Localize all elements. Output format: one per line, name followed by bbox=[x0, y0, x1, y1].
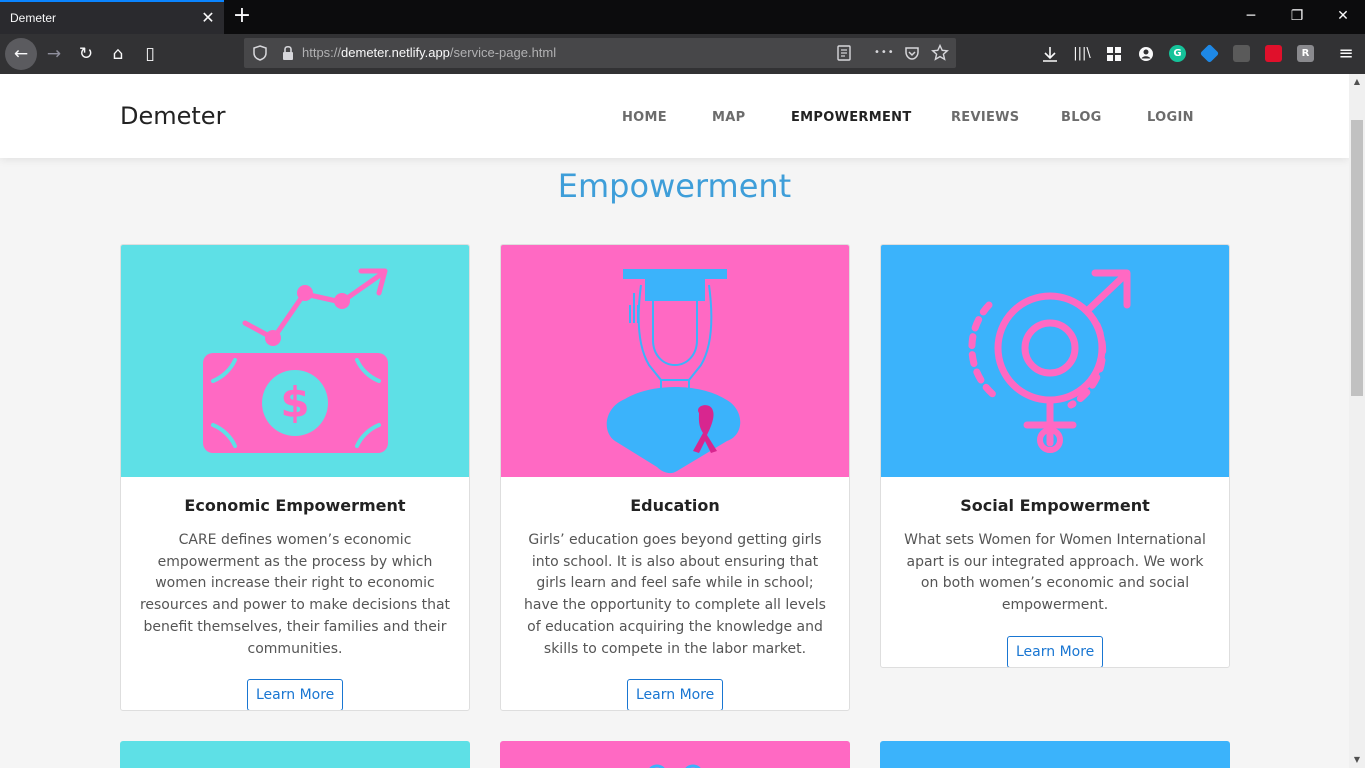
bookmark-star-icon[interactable] bbox=[930, 43, 950, 63]
card-icon-partial bbox=[649, 764, 701, 768]
scroll-down-arrow-icon[interactable]: ▼ bbox=[1349, 752, 1365, 768]
r-extension-icon[interactable]: R bbox=[1297, 45, 1314, 62]
card-next-row-1 bbox=[120, 741, 470, 768]
new-tab-button[interactable]: + bbox=[230, 5, 254, 29]
restore-window-button[interactable]: ❐ bbox=[1274, 0, 1320, 34]
minimize-window-button[interactable]: ─ bbox=[1228, 0, 1274, 34]
browser-toolbar: ← → ↻ ⌂ ▯ https://demeter.netlify.app/se… bbox=[0, 34, 1365, 74]
reload-button[interactable]: ↻ bbox=[70, 38, 102, 70]
url-path: /service-page.html bbox=[449, 45, 557, 60]
url-host: demeter.netlify.app bbox=[341, 45, 450, 60]
sidebar-button[interactable]: ▯ bbox=[134, 38, 166, 70]
close-window-button[interactable]: ✕ bbox=[1320, 0, 1365, 34]
nav-link-blog[interactable]: BLOG bbox=[1061, 110, 1102, 125]
account-icon[interactable] bbox=[1134, 42, 1158, 66]
card-title: Education bbox=[630, 496, 720, 515]
learn-more-button[interactable]: Learn More bbox=[1007, 636, 1104, 667]
card-text: What sets Women for Women International … bbox=[904, 532, 1206, 614]
money-growth-icon: $ bbox=[121, 245, 469, 477]
gender-symbol-icon bbox=[881, 245, 1229, 477]
reader-view-icon[interactable] bbox=[834, 43, 854, 63]
shield-icon[interactable] bbox=[250, 43, 270, 63]
nav-link-login[interactable]: LOGIN bbox=[1147, 110, 1194, 125]
card-title: Economic Empowerment bbox=[184, 496, 406, 515]
card-social-empowerment: Social Empowerment What sets Women for W… bbox=[880, 244, 1230, 668]
site-brand[interactable]: Demeter bbox=[120, 102, 225, 130]
card-economic-empowerment: $ Economic Empowerment CARE defines wome… bbox=[120, 244, 470, 711]
site-header: Demeter HOME MAP EMPOWERMENT REVIEWS BLO… bbox=[0, 74, 1349, 158]
pocket-icon[interactable] bbox=[902, 43, 922, 63]
graduate-woman-icon bbox=[501, 245, 849, 477]
tab-title: Demeter bbox=[10, 11, 57, 25]
card-title: Social Empowerment bbox=[960, 496, 1150, 515]
card-next-row-2 bbox=[500, 741, 850, 768]
tab-close-icon[interactable]: ✕ bbox=[198, 8, 218, 28]
nav-link-reviews[interactable]: REVIEWS bbox=[951, 110, 1019, 125]
library-icon[interactable]: |||\ bbox=[1070, 42, 1094, 66]
extensions-grid-icon[interactable] bbox=[1102, 42, 1126, 66]
scroll-thumb[interactable] bbox=[1351, 120, 1363, 396]
back-button[interactable]: ← bbox=[5, 38, 37, 70]
page-viewport: Demeter HOME MAP EMPOWERMENT REVIEWS BLO… bbox=[0, 74, 1349, 768]
downloads-icon[interactable] bbox=[1038, 42, 1062, 66]
learn-more-button[interactable]: Learn More bbox=[247, 679, 344, 710]
grammarly-extension-icon[interactable]: G bbox=[1169, 45, 1186, 62]
dark-extension-icon[interactable] bbox=[1233, 45, 1250, 62]
learn-more-button[interactable]: Learn More bbox=[627, 679, 724, 710]
nav-link-empowerment[interactable]: EMPOWERMENT bbox=[791, 110, 912, 125]
forward-button[interactable]: → bbox=[38, 38, 70, 70]
card-text: CARE defines women’s economic empowermen… bbox=[139, 532, 451, 657]
url-text[interactable]: https://demeter.netlify.app/service-page… bbox=[302, 45, 556, 60]
nav-link-map[interactable]: MAP bbox=[712, 110, 745, 125]
card-next-row-3 bbox=[880, 741, 1230, 768]
nav-link-home[interactable]: HOME bbox=[622, 110, 667, 125]
url-scheme: https:// bbox=[302, 45, 342, 60]
page-actions-icon[interactable]: ••• bbox=[874, 43, 894, 63]
url-bar[interactable]: https://demeter.netlify.app/service-page… bbox=[244, 38, 956, 68]
svg-text:$: $ bbox=[280, 378, 309, 427]
page-scrollbar[interactable]: ▲ ▼ bbox=[1349, 74, 1365, 768]
lock-extension-icon[interactable] bbox=[1265, 45, 1282, 62]
lock-icon[interactable] bbox=[278, 43, 298, 63]
browser-tab-active[interactable]: Demeter ✕ bbox=[0, 0, 224, 34]
cube-extension-icon[interactable] bbox=[1199, 43, 1220, 64]
card-education: Education Girls’ education goes beyond g… bbox=[500, 244, 850, 711]
hamburger-menu-icon[interactable]: ≡ bbox=[1334, 42, 1358, 66]
card-text: Girls’ education goes beyond getting gir… bbox=[524, 532, 826, 657]
home-button[interactable]: ⌂ bbox=[102, 38, 134, 70]
scroll-up-arrow-icon[interactable]: ▲ bbox=[1349, 74, 1365, 90]
page-title: Empowerment bbox=[557, 167, 792, 205]
browser-tab-strip: Demeter ✕ + ─ ❐ ✕ bbox=[0, 0, 1365, 34]
